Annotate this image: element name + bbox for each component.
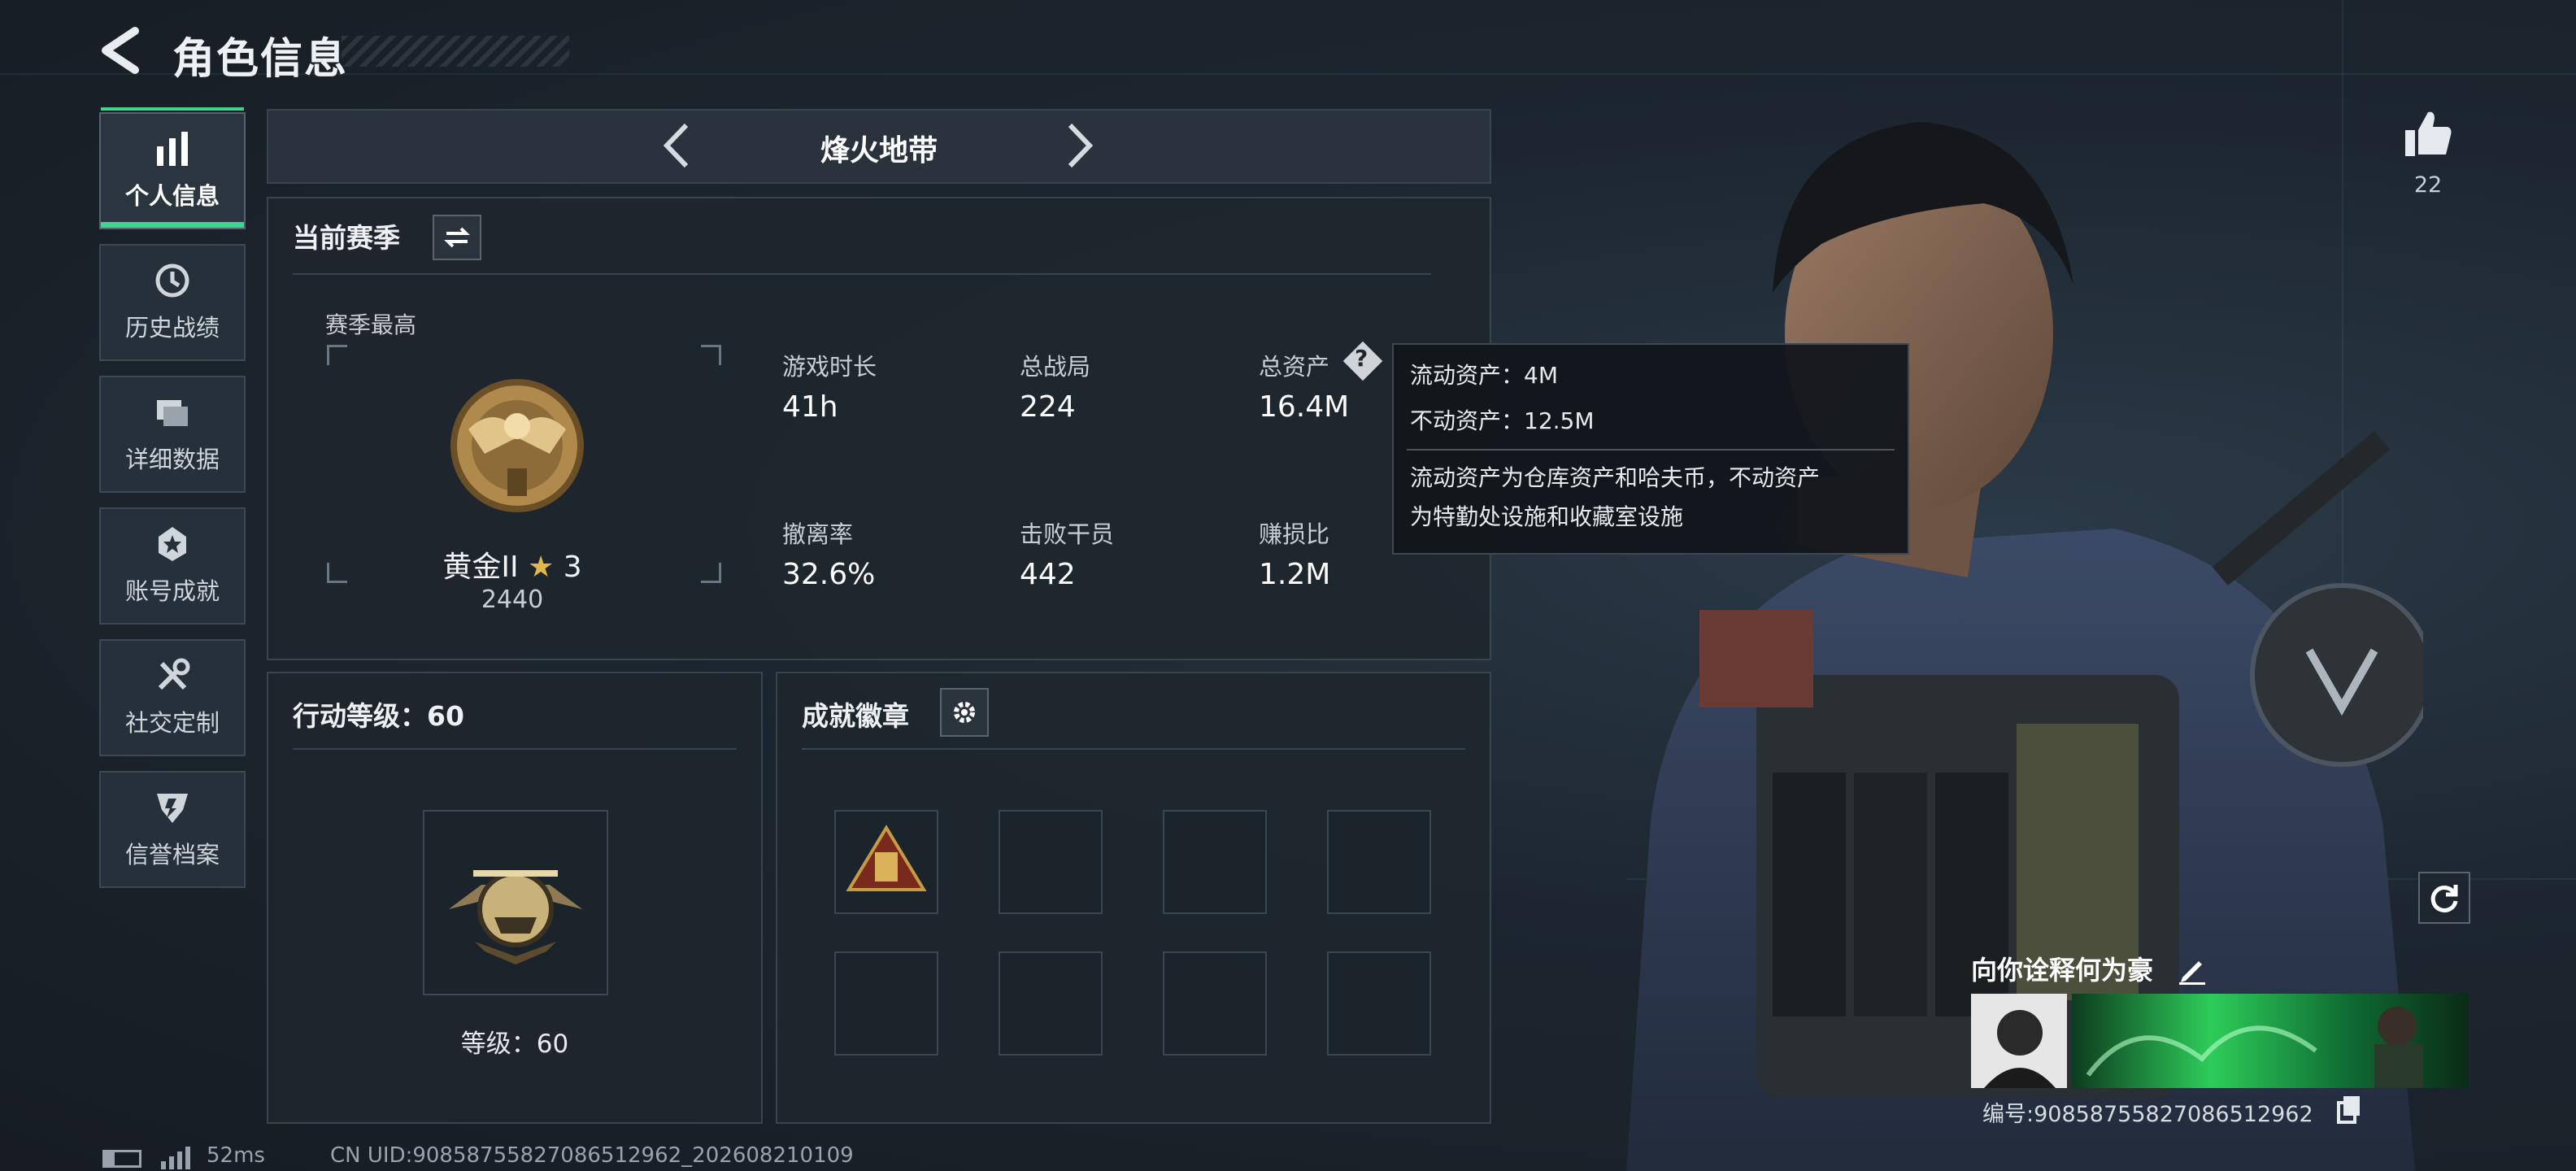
back-arrow-icon — [102, 27, 139, 74]
signature-text: 向你诠释何为豪 — [1971, 955, 2154, 986]
credit-shield-icon — [157, 794, 188, 823]
refresh-icon — [2430, 885, 2458, 913]
player-id: 编号:9085875582708651296​2 — [1982, 1102, 2313, 1127]
uid-text: CN UID:9085875582708651296​2_20260821010… — [330, 1143, 854, 1168]
stat-value: 442 — [1020, 558, 1076, 591]
clock-history-icon — [155, 263, 189, 298]
achievement-badge-icon — [159, 527, 186, 561]
season-title: 当前赛季 — [293, 222, 400, 254]
battery-icon — [102, 1150, 141, 1168]
stat-label: 游戏时长 — [782, 353, 877, 381]
divider — [293, 273, 1431, 275]
stat-value: 1.2M — [1259, 558, 1331, 591]
gear-icon — [954, 702, 975, 723]
helicopter-emblem-icon — [449, 870, 582, 964]
edit-pencil-icon[interactable] — [2176, 953, 2208, 986]
folder-stack-icon — [157, 400, 188, 426]
header-decoration — [342, 36, 569, 67]
sidebar-item-detailed-data[interactable]: 详细数据 — [99, 376, 246, 493]
sidebar-item-personal-info[interactable]: 个人信息 — [99, 107, 246, 229]
grid-line — [0, 73, 2576, 75]
swap-icon — [444, 227, 470, 248]
active-indicator-top — [101, 107, 244, 111]
avatar[interactable] — [1971, 994, 2067, 1088]
divider — [802, 748, 1465, 750]
season-panel: 当前赛季 赛季最高 黄金II ★ 3 2440 游戏时长 41h 总战局 224… — [267, 197, 1491, 660]
thumbs-up-icon[interactable] — [2402, 107, 2454, 159]
season-best-label: 赛季最高 — [325, 311, 417, 338]
level-label: 等级：60 — [460, 1030, 569, 1059]
signal-icon — [161, 1147, 190, 1169]
rank-score: 2440 — [481, 586, 544, 614]
switch-season-button[interactable] — [433, 215, 481, 260]
tooltip-fixed-assets: 不动资产：12.5M — [1410, 407, 1595, 434]
avatar-portrait-icon — [1984, 1010, 2056, 1088]
page-title: 角色信息 — [172, 35, 349, 84]
like-count: 22 — [2413, 172, 2443, 198]
active-indicator — [101, 222, 244, 228]
sidebar-item-label: 详细数据 — [124, 446, 220, 473]
sidebar-item-label: 账号成就 — [124, 577, 220, 605]
badge-settings-button[interactable] — [940, 688, 989, 737]
tools-icon — [158, 658, 190, 690]
stat-label: 总资产 — [1259, 353, 1330, 381]
star-icon: ★ — [528, 551, 555, 584]
badge-slot[interactable] — [1163, 810, 1267, 914]
badges-panel: 成就徽章 — [776, 672, 1491, 1124]
mode-selector: 烽火地带 — [267, 109, 1491, 184]
stat-label: 赚损比 — [1259, 520, 1330, 548]
action-level-title: 行动等级：60 — [293, 700, 464, 732]
sidebar-item-social-customization[interactable]: 社交定制 — [99, 639, 246, 756]
sidebar-item-label: 信誉档案 — [124, 841, 220, 868]
divider — [293, 748, 737, 750]
divider — [1407, 449, 1895, 451]
rank-name-row: 黄金II ★ 3 — [268, 543, 756, 586]
asset-tooltip: 流动资产：4M 不动资产：12.5M 流动资产为仓库资产和哈夫币，不动资产 为特… — [1392, 343, 1909, 555]
rotate-model-button[interactable] — [2418, 872, 2470, 924]
ping-text: 52ms — [207, 1143, 265, 1168]
gold-rank-emblem-icon — [450, 379, 584, 512]
rank-stars: 3 — [563, 551, 582, 584]
badges-title: 成就徽章 — [802, 700, 909, 732]
tooltip-liquid-assets: 流动资产：4M — [1410, 362, 1558, 389]
next-mode-arrow-icon[interactable] — [1059, 119, 1099, 172]
sidebar-item-credit-profile[interactable]: 信誉档案 — [99, 771, 246, 888]
bar-chart-icon — [157, 132, 188, 166]
name-card-banner[interactable] — [2072, 994, 2469, 1088]
stat-value: 41h — [782, 390, 838, 424]
tooltip-description-line1: 流动资产为仓库资产和哈夫币，不动资产 — [1410, 464, 1821, 491]
banner-artwork-icon — [2086, 1007, 2423, 1088]
badge-slot[interactable] — [999, 951, 1103, 1056]
tooltip-description-line2: 为特勤处设施和收藏室设施 — [1410, 503, 1684, 530]
pyramid-badge-icon — [846, 825, 927, 891]
badge-slot[interactable] — [1163, 951, 1267, 1056]
sidebar-item-history[interactable]: 历史战绩 — [99, 244, 246, 361]
sidebar-item-label: 历史战绩 — [124, 314, 220, 342]
copy-icon[interactable] — [2335, 1095, 2363, 1124]
action-level-panel: 行动等级：60 等级：60 — [267, 672, 763, 1124]
rank-name: 黄金II — [442, 551, 519, 584]
sidebar-item-label: 个人信息 — [124, 182, 220, 210]
sidebar-item-account-achievements[interactable]: 账号成就 — [99, 507, 246, 625]
frame-corner — [701, 345, 721, 365]
mode-title: 烽火地带 — [820, 134, 938, 168]
badge-slot[interactable] — [1327, 810, 1431, 914]
frame-corner — [327, 345, 347, 365]
badge-slot[interactable] — [1327, 951, 1431, 1056]
stat-value: 224 — [1020, 390, 1076, 424]
level-emblem-frame — [423, 810, 608, 995]
question-icon: ? — [1355, 345, 1368, 372]
badge-slot[interactable] — [999, 810, 1103, 914]
badge-slot[interactable] — [834, 951, 938, 1056]
back-button[interactable] — [96, 23, 145, 81]
stat-label: 击败干员 — [1020, 520, 1115, 548]
stat-label: 总战局 — [1020, 353, 1091, 381]
stat-value: 32.6% — [782, 558, 876, 591]
badge-slot[interactable] — [834, 810, 938, 914]
stat-value: 16.4M — [1259, 390, 1350, 424]
stat-label: 撤离率 — [782, 520, 854, 548]
sidebar-item-label: 社交定制 — [124, 709, 220, 737]
